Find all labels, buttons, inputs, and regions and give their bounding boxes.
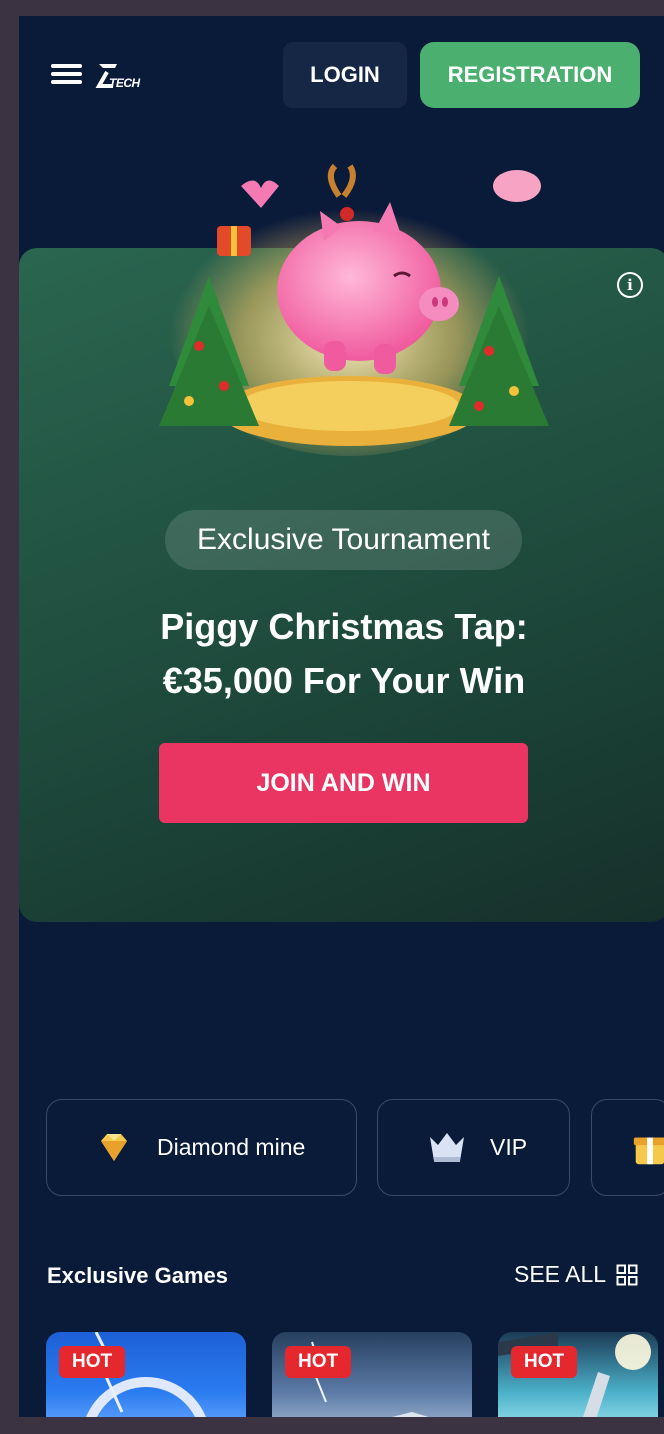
chip-label: VIP (490, 1134, 528, 1160)
hot-badge: HOT (59, 1346, 126, 1378)
promo-title-line1: Piggy Christmas Tap: (160, 606, 528, 647)
chip-vip[interactable]: VIP (377, 1099, 570, 1196)
logo-text: TECH (109, 76, 140, 90)
chip-gift[interactable] (591, 1099, 664, 1196)
piggy-christmas-artwork (159, 163, 549, 456)
menu-icon[interactable] (51, 64, 82, 88)
game-card[interactable]: HOT (46, 1332, 246, 1417)
registration-button[interactable]: REGISTRATION (420, 42, 640, 108)
gift-icon (633, 1137, 664, 1164)
app-container: TECH LOGIN REGISTRATION i Exclusive Tour… (19, 16, 664, 1417)
hot-badge: HOT (285, 1346, 352, 1378)
grid-icon (616, 1264, 638, 1285)
section-title: Exclusive Games (47, 1263, 229, 1288)
hot-badge: HOT (511, 1346, 578, 1378)
chip-label: Diamond mine (157, 1134, 306, 1160)
see-all-label: SEE ALL (514, 1261, 607, 1287)
header: TECH LOGIN REGISTRATION (19, 16, 664, 136)
see-all-link[interactable]: SEE ALL (514, 1261, 638, 1288)
game-card[interactable]: HOT (498, 1332, 658, 1417)
join-and-win-button[interactable]: JOIN AND WIN (159, 743, 528, 823)
info-icon[interactable]: i (617, 272, 643, 298)
crown-icon (430, 1132, 464, 1162)
game-card[interactable]: HOT (272, 1332, 472, 1417)
logo[interactable]: TECH (95, 60, 145, 94)
diamond-icon (101, 1133, 127, 1161)
tournament-badge: Exclusive Tournament (165, 510, 522, 570)
promo-title: Piggy Christmas Tap: €35,000 For Your Wi… (119, 600, 569, 708)
login-button[interactable]: LOGIN (283, 42, 407, 108)
chip-diamond-mine[interactable]: Diamond mine (46, 1099, 357, 1196)
promo-title-line2: €35,000 For Your Win (162, 660, 526, 701)
